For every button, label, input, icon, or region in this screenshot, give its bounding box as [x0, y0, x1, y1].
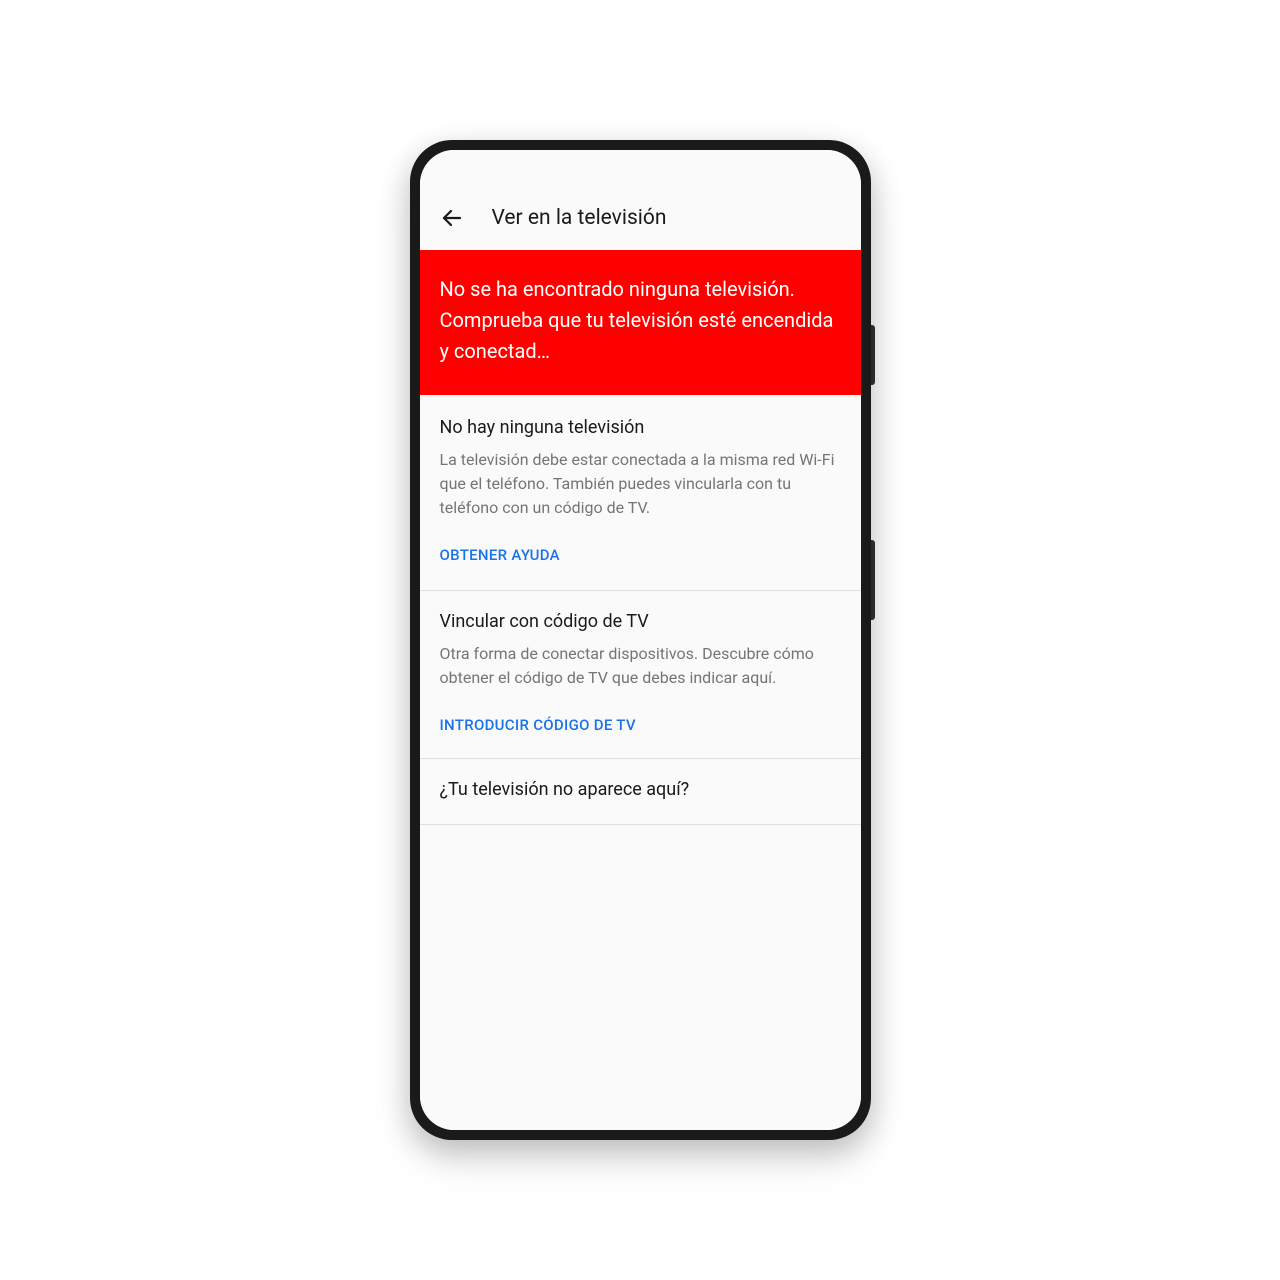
- section-no-tv: No hay ninguna televisión La televisión …: [420, 395, 861, 591]
- page-title: Ver en la televisión: [492, 206, 667, 230]
- get-help-button[interactable]: OBTENER AYUDA: [440, 546, 841, 564]
- alert-message: No se ha encontrado ninguna televisión. …: [440, 277, 834, 363]
- section-no-tv-body: La televisión debe estar conectada a la …: [440, 448, 841, 520]
- back-button[interactable]: [430, 196, 474, 240]
- enter-tv-code-button[interactable]: INTRODUCIR CÓDIGO DE TV: [440, 716, 841, 734]
- section-link-code-body: Otra forma de conectar dispositivos. Des…: [440, 642, 841, 690]
- status-bar: [420, 150, 861, 186]
- app-bar: Ver en la televisión: [420, 186, 861, 250]
- empty-space: [420, 825, 861, 1130]
- section-link-code-title: Vincular con código de TV: [440, 611, 841, 632]
- section-not-showing[interactable]: ¿Tu televisión no aparece aquí?: [420, 759, 861, 825]
- section-not-showing-title: ¿Tu televisión no aparece aquí?: [440, 779, 841, 800]
- phone-screen: Ver en la televisión No se ha encontrado…: [420, 150, 861, 1130]
- content-area: No se ha encontrado ninguna televisión. …: [420, 250, 861, 1130]
- section-link-code: Vincular con código de TV Otra forma de …: [420, 591, 861, 759]
- phone-frame: Ver en la televisión No se ha encontrado…: [410, 140, 871, 1140]
- alert-banner: No se ha encontrado ninguna televisión. …: [420, 250, 861, 395]
- section-no-tv-title: No hay ninguna televisión: [440, 417, 841, 438]
- arrow-back-icon: [440, 206, 464, 230]
